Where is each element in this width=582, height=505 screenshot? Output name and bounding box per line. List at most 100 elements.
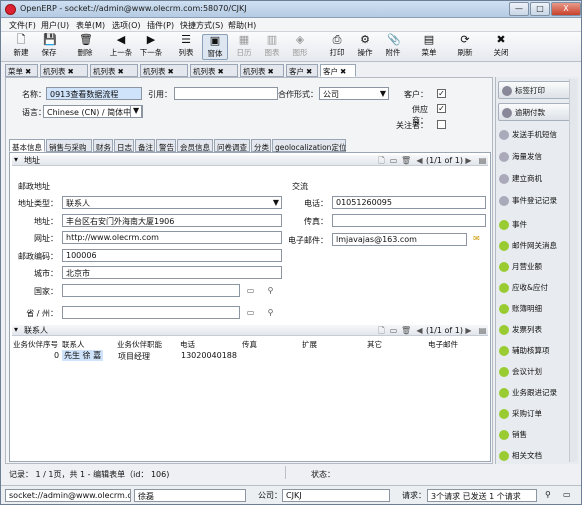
- collapse-icon[interactable]: ▾: [14, 325, 18, 334]
- close-icon[interactable]: ✖: [268, 67, 274, 76]
- sidebar-action-events[interactable]: 事件: [499, 219, 527, 235]
- save-button[interactable]: 💾 保存: [37, 34, 61, 60]
- close-icon[interactable]: ✖: [306, 67, 312, 76]
- open-folder-icon[interactable]: ▭: [389, 156, 398, 165]
- lang-dropdown-button[interactable]: ▼: [130, 105, 142, 118]
- lang-select[interactable]: Chinese (CN) / 简体中文: [43, 105, 143, 118]
- phone-field[interactable]: 01051260095: [332, 196, 486, 209]
- tab-survey[interactable]: 问卷调查: [214, 139, 250, 152]
- menu-file[interactable]: 文件(F): [9, 20, 36, 31]
- column-header[interactable]: 业务伙伴序号: [13, 339, 58, 350]
- sidebar-action-followup[interactable]: 业务跟进记录: [499, 387, 557, 403]
- menu-help[interactable]: 帮助(H): [228, 20, 256, 31]
- next-button[interactable]: ▶ 下一条: [137, 34, 165, 60]
- contact-name[interactable]: 先生 徐 嘉: [62, 350, 104, 361]
- column-header[interactable]: 业务伙伴职能: [117, 339, 162, 350]
- action-button[interactable]: ⚙ 操作: [353, 34, 377, 60]
- sidebar-action-receivable-payable[interactable]: 应收&应付: [499, 282, 548, 298]
- column-header[interactable]: 联系人: [62, 339, 85, 350]
- folder-icon[interactable]: ▭: [246, 308, 255, 317]
- close-icon[interactable]: ✖: [118, 67, 124, 76]
- close-icon[interactable]: ✖: [218, 67, 224, 76]
- column-header[interactable]: 传真: [242, 339, 257, 350]
- menu-shortcuts[interactable]: 快捷方式(S): [180, 20, 223, 31]
- search-icon[interactable]: ⚲: [266, 308, 275, 317]
- address-type-select[interactable]: 联系人 ▼: [62, 196, 282, 209]
- list-view-button[interactable]: ☰ 列表: [174, 34, 198, 60]
- close-icon[interactable]: ✖: [168, 67, 174, 76]
- city-field[interactable]: 北京市: [62, 266, 282, 279]
- maximize-button[interactable]: □: [530, 2, 550, 16]
- search-icon[interactable]: ⚲: [542, 489, 556, 502]
- name-field[interactable]: 0913查看数据流程: [46, 87, 142, 100]
- close-icon[interactable]: ✖: [340, 67, 346, 76]
- email-field[interactable]: lmjavajas@163.com: [332, 233, 467, 246]
- tab-list-4[interactable]: 机列表 ✖: [190, 64, 238, 77]
- sidebar-overdue-payment[interactable]: 逾期付款: [498, 103, 575, 121]
- delete-button[interactable]: 🗑 删除: [73, 34, 97, 60]
- sidebar-scrollbar[interactable]: [569, 79, 577, 462]
- menu-button[interactable]: ▤ 菜单: [417, 34, 441, 60]
- tab-list-1[interactable]: 机列表 ✖: [40, 64, 88, 77]
- supplier-checkbox[interactable]: ✓: [437, 104, 446, 113]
- minimize-button[interactable]: —: [509, 2, 529, 16]
- sidebar-action-analytic[interactable]: 辅助核算项: [499, 345, 550, 361]
- collapse-icon[interactable]: ▾: [14, 155, 18, 164]
- menu-options[interactable]: 选项(O): [112, 20, 141, 31]
- sidebar-item-sms[interactable]: 发送手机短信: [499, 129, 557, 145]
- sidebar-action-ledger[interactable]: 账簿明细: [499, 303, 542, 319]
- tab-customer-1[interactable]: 客户 ✖: [286, 64, 318, 77]
- country-field[interactable]: [62, 284, 240, 297]
- arrow-left-icon[interactable]: ◀: [415, 326, 424, 335]
- fax-field[interactable]: [332, 214, 486, 227]
- column-header[interactable]: 电子邮件: [428, 339, 458, 350]
- page-icon[interactable]: ▭: [560, 489, 574, 502]
- graph-view-button[interactable]: ◈ 图形: [288, 34, 312, 60]
- close-icon[interactable]: ✖: [68, 67, 74, 76]
- refresh-button[interactable]: ⟳ 刷新: [453, 34, 477, 60]
- sidebar-action-meetings[interactable]: 会议计划: [499, 366, 542, 382]
- delete-icon[interactable]: 🗑: [401, 156, 411, 165]
- tab-finance[interactable]: 财务: [93, 139, 113, 152]
- new-record-icon[interactable]: 🗋: [377, 156, 386, 165]
- column-header[interactable]: 扩展: [302, 339, 317, 350]
- website-field[interactable]: http://www.olecrm.com: [62, 231, 282, 244]
- form-view-button[interactable]: ▣ 窗体: [202, 34, 228, 60]
- partnership-select[interactable]: 公司 ▼: [319, 87, 389, 100]
- ref-field[interactable]: [174, 87, 278, 100]
- sidebar-item-opportunity[interactable]: 建立商机: [499, 173, 542, 189]
- arrow-right-icon[interactable]: ▶: [464, 156, 473, 165]
- tab-list-2[interactable]: 机列表 ✖: [90, 64, 138, 77]
- tab-log[interactable]: 日志: [114, 139, 134, 152]
- sidebar-item-event-log[interactable]: 事件登记记录: [499, 195, 557, 211]
- sidebar-action-sales[interactable]: 销售: [499, 429, 527, 445]
- sidebar-item-mass-mail[interactable]: 海量发信: [499, 151, 542, 167]
- arrow-left-icon[interactable]: ◀: [415, 156, 424, 165]
- sidebar-label-print[interactable]: 标签打印: [498, 81, 575, 99]
- attachment-button[interactable]: 📎 附件: [381, 34, 405, 60]
- close-tab-button[interactable]: ✖ 关闭: [489, 34, 513, 60]
- sidebar-action-invoices[interactable]: 发票列表: [499, 324, 542, 340]
- menu-user[interactable]: 用户(U): [41, 20, 69, 31]
- tab-warning[interactable]: 警告: [156, 139, 176, 152]
- menu-form[interactable]: 表单(M): [76, 20, 105, 31]
- toggle-view-icon[interactable]: ▤: [478, 156, 487, 165]
- toggle-view-icon[interactable]: ▤: [478, 326, 487, 335]
- previous-button[interactable]: ◀ 上一条: [107, 34, 135, 60]
- column-header[interactable]: 其它: [367, 339, 382, 350]
- tab-category[interactable]: 分类: [251, 139, 271, 152]
- calendar-view-button[interactable]: ▦ 日历: [232, 34, 256, 60]
- zip-field[interactable]: 100006: [62, 249, 282, 262]
- new-record-icon[interactable]: 🗋: [377, 326, 386, 335]
- tab-list-3[interactable]: 机列表 ✖: [140, 64, 188, 77]
- print-button[interactable]: ⎙ 打印: [325, 34, 349, 60]
- tab-member-info[interactable]: 会员信息: [177, 139, 213, 152]
- close-window-button[interactable]: X: [551, 2, 581, 16]
- sidebar-action-purchase-orders[interactable]: 采购订单: [499, 408, 542, 424]
- state-field[interactable]: [62, 306, 240, 319]
- sidebar-action-monthly-turnover[interactable]: 月营业额: [499, 261, 542, 277]
- search-icon[interactable]: ⚲: [266, 286, 275, 295]
- folder-icon[interactable]: ▭: [246, 286, 255, 295]
- chart-view-button[interactable]: ▥ 图表: [260, 34, 284, 60]
- menu-plugins[interactable]: 插件(P): [147, 20, 174, 31]
